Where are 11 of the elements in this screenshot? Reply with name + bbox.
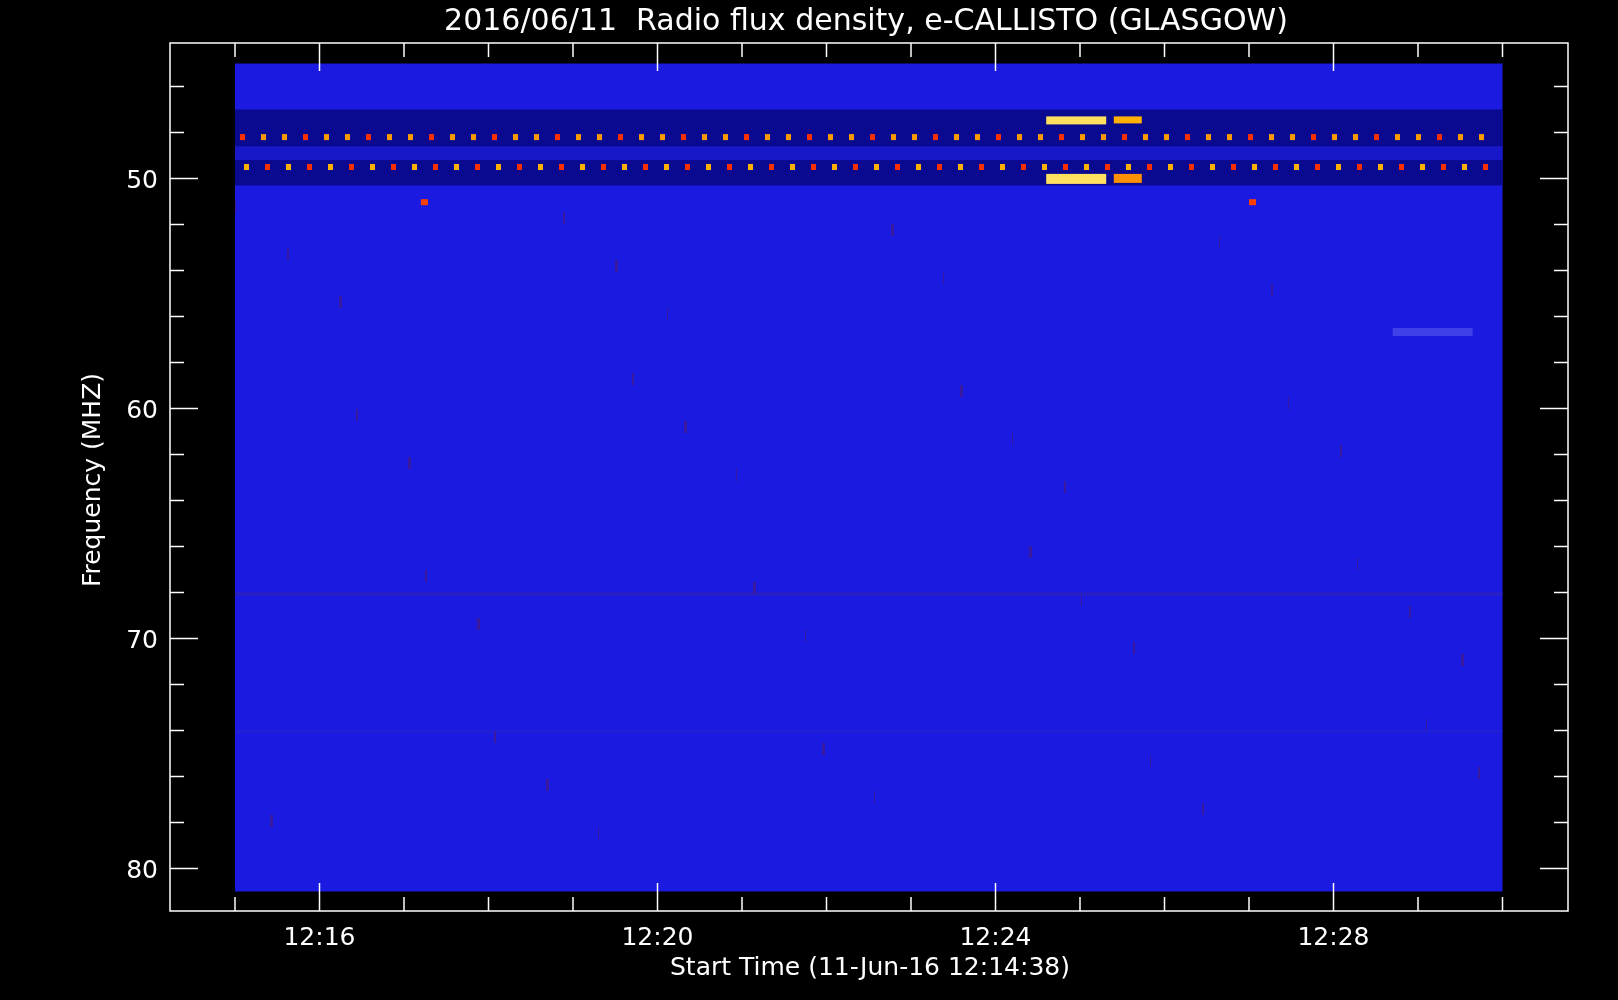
x-tick-label: 12:28 xyxy=(1297,922,1370,951)
y-axis-title: Frequency (MHZ) xyxy=(77,372,106,588)
y-tick-label: 60 xyxy=(126,394,158,424)
chart-title: 2016/06/11 Radio flux density, e-CALLISTO (GLASGOW) xyxy=(444,2,1288,37)
y-tick-label: 80 xyxy=(126,854,158,884)
y-tick-label: 70 xyxy=(126,624,158,654)
x-tick-label: 12:16 xyxy=(283,922,356,951)
x-tick-label: 12:24 xyxy=(959,922,1032,951)
x-axis-title: Start Time (11-Jun-16 12:14:38) xyxy=(670,952,1070,981)
x-tick-label: 12:20 xyxy=(621,922,694,951)
y-tick-label: 50 xyxy=(126,164,158,194)
